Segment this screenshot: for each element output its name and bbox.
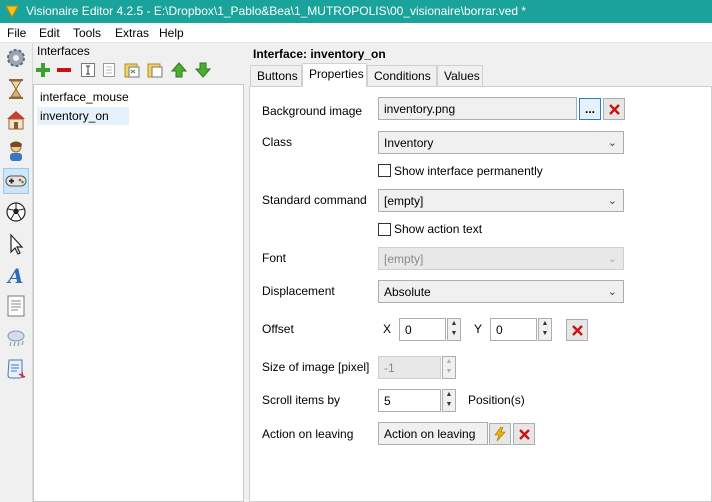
standard-command-label: Standard command xyxy=(262,193,367,207)
chevron-down-icon: ⌄ xyxy=(607,253,617,265)
clear-background-button[interactable] xyxy=(603,98,625,120)
class-select[interactable]: Inventory ⌄ xyxy=(378,131,624,154)
list-item-interface-mouse[interactable]: interface_mouse xyxy=(37,88,132,106)
clipboard-icon[interactable] xyxy=(146,61,164,79)
cursor-icon[interactable] xyxy=(3,231,29,257)
rename-icon[interactable] xyxy=(79,61,97,79)
offset-x-spinner[interactable]: ▲ ▼ xyxy=(447,318,461,341)
gear-icon[interactable] xyxy=(3,45,29,71)
standard-command-value: [empty] xyxy=(384,194,424,208)
tab-properties[interactable]: Properties xyxy=(302,63,367,87)
tab-buttons[interactable]: Buttons xyxy=(250,65,302,86)
copy-icon[interactable] xyxy=(101,61,119,79)
browse-button[interactable]: ... xyxy=(579,98,601,120)
gamepad-icon[interactable] xyxy=(3,168,29,194)
interface-header: Interface: inventory_on xyxy=(253,47,386,61)
interfaces-list: interface_mouse inventory_on xyxy=(33,84,244,502)
scroll-items-unit: Position(s) xyxy=(468,393,525,407)
size-of-image-label: Size of image [pixel] xyxy=(262,360,370,374)
font-select: [empty] ⌄ xyxy=(378,247,624,270)
tab-values[interactable]: Values xyxy=(437,65,483,86)
clear-action-button[interactable] xyxy=(513,423,535,445)
standard-command-select[interactable]: [empty] ⌄ xyxy=(378,189,624,212)
delete-icon xyxy=(518,428,530,440)
background-image-field[interactable]: inventory.png xyxy=(378,97,577,120)
class-label: Class xyxy=(262,135,293,149)
interfaces-panel: Interfaces interface_mouse inventory_on xyxy=(33,43,244,502)
offset-label: Offset xyxy=(262,322,294,336)
offset-y-label: Y xyxy=(474,322,483,336)
action-on-leaving-button[interactable]: Action on leaving xyxy=(378,422,488,445)
lightning-icon xyxy=(494,427,506,441)
font-select-value: [empty] xyxy=(384,252,424,266)
menu-help[interactable]: Help xyxy=(159,26,184,40)
action-on-leaving-label: Action on leaving xyxy=(262,427,354,441)
text-document-icon[interactable] xyxy=(3,293,29,319)
cloud-icon[interactable] xyxy=(3,324,29,350)
properties-tab-content: Background image inventory.png ... Class… xyxy=(249,86,712,502)
title-bar: Visionaire Editor 4.2.5 - E:\Dropbox\1_P… xyxy=(0,0,712,23)
tab-conditions[interactable]: Conditions xyxy=(367,65,437,86)
character-icon[interactable] xyxy=(3,138,29,164)
offset-y-spinner[interactable]: ▲ ▼ xyxy=(538,318,552,341)
displacement-label: Displacement xyxy=(262,284,335,298)
app-logo-icon xyxy=(5,5,19,18)
list-item-inventory-on[interactable]: inventory_on xyxy=(37,107,129,125)
offset-x-label: X xyxy=(383,322,392,336)
interface-detail-panel: Interface: inventory_on Buttons Properti… xyxy=(249,43,712,502)
size-of-image-spinner: ▲ ▼ xyxy=(442,356,456,379)
delete-icon xyxy=(571,324,583,336)
chevron-down-icon: ⌄ xyxy=(607,137,617,149)
clear-offset-button[interactable] xyxy=(566,319,588,341)
chevron-down-icon: ⌄ xyxy=(607,286,617,298)
class-select-value: Inventory xyxy=(384,136,434,150)
scroll-items-label: Scroll items by xyxy=(262,393,341,407)
house-icon[interactable] xyxy=(3,107,29,133)
font-icon[interactable]: A xyxy=(3,262,29,288)
displacement-select[interactable]: Absolute ⌄ xyxy=(378,280,624,303)
move-up-icon[interactable] xyxy=(170,61,188,79)
script-icon[interactable] xyxy=(3,355,29,381)
show-permanently-checkbox[interactable] xyxy=(378,164,391,177)
hourglass-icon[interactable] xyxy=(3,76,29,102)
remove-icon[interactable] xyxy=(55,61,73,79)
menu-bar: File Edit Tools Extras Help xyxy=(0,23,712,43)
paste-icon[interactable] xyxy=(123,61,141,79)
window-title: Visionaire Editor 4.2.5 - E:\Dropbox\1_P… xyxy=(26,4,527,18)
browse-button-label: ... xyxy=(584,102,595,116)
move-down-icon[interactable] xyxy=(194,61,212,79)
size-of-image-input: -1 xyxy=(378,356,441,379)
background-image-label: Background image xyxy=(262,104,363,118)
delete-icon xyxy=(608,103,620,115)
edit-action-button[interactable] xyxy=(489,423,511,445)
offset-y-input[interactable]: 0 xyxy=(490,318,537,341)
scroll-items-input[interactable]: 5 xyxy=(378,389,441,412)
tool-strip: A xyxy=(0,43,33,502)
scroll-items-spinner[interactable]: ▲ ▼ xyxy=(442,389,456,412)
interfaces-panel-title: Interfaces xyxy=(37,44,90,58)
font-label: Font xyxy=(262,251,287,265)
ball-icon[interactable] xyxy=(3,199,29,225)
menu-file[interactable]: File xyxy=(7,26,26,40)
menu-extras[interactable]: Extras xyxy=(115,26,149,40)
displacement-value: Absolute xyxy=(384,285,431,299)
svg-text:A: A xyxy=(6,264,24,286)
add-icon[interactable] xyxy=(34,61,52,79)
chevron-down-icon: ⌄ xyxy=(607,195,617,207)
menu-tools[interactable]: Tools xyxy=(73,26,101,40)
offset-x-input[interactable]: 0 xyxy=(399,318,446,341)
show-action-text-label: Show action text xyxy=(394,222,483,236)
show-action-text-checkbox[interactable] xyxy=(378,223,391,236)
menu-edit[interactable]: Edit xyxy=(39,26,60,40)
show-permanently-label: Show interface permanently xyxy=(394,164,543,178)
